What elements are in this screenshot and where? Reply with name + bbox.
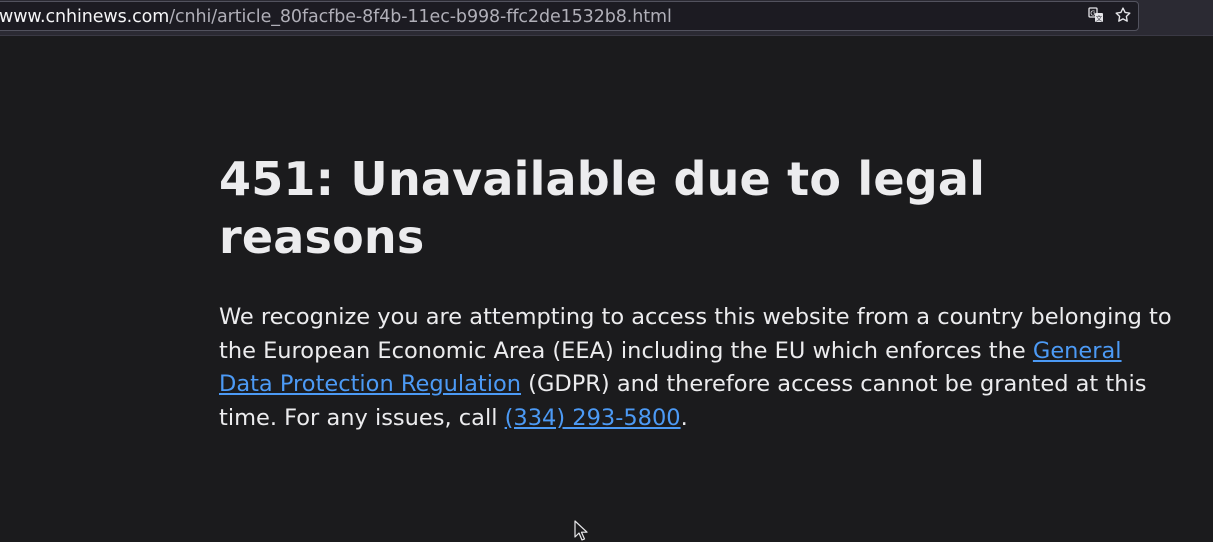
url-domain: www.cnhinews.com: [0, 7, 170, 27]
url-path: /cnhi/article_80facfbe-8f4b-11ec-b998-ff…: [169, 7, 672, 27]
error-message: We recognize you are attempting to acces…: [219, 301, 1179, 435]
browser-toolbar: www.cnhinews.com/cnhi/article_80facfbe-8…: [0, 0, 1213, 36]
address-bar[interactable]: www.cnhinews.com/cnhi/article_80facfbe-8…: [0, 1, 1139, 31]
page-title: 451: Unavailable due to legal reasons: [219, 152, 986, 264]
message-text-3: .: [680, 404, 688, 431]
mouse-cursor-icon: [574, 520, 588, 541]
url-text[interactable]: www.cnhinews.com/cnhi/article_80facfbe-8…: [0, 7, 672, 27]
phone-link[interactable]: (334) 293-5800: [505, 405, 681, 431]
translate-icon[interactable]: G 文: [1086, 5, 1106, 25]
message-text-1: We recognize you are attempting to acces…: [219, 304, 1172, 364]
error-content: 451: Unavailable due to legal reasons We…: [219, 150, 1179, 435]
svg-text:文: 文: [1096, 14, 1103, 23]
bookmark-star-icon[interactable]: [1113, 5, 1133, 25]
